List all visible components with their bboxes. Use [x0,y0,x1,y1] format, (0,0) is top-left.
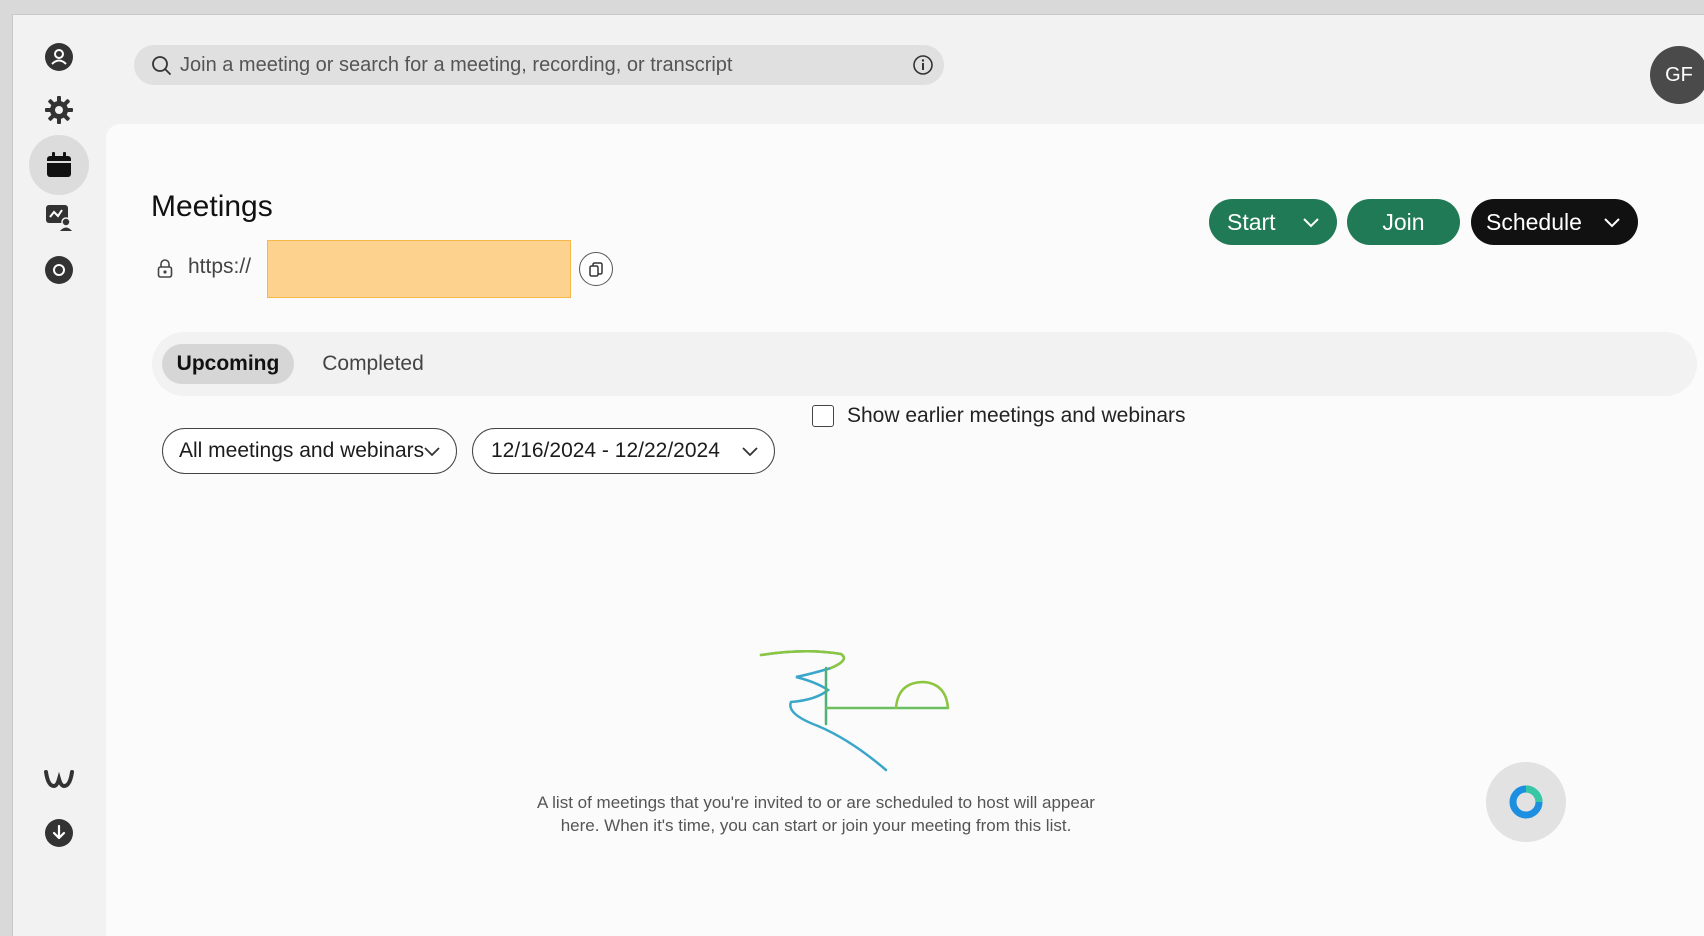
tab-upcoming[interactable]: Upcoming [162,344,294,384]
page-title: Meetings [151,190,273,223]
sidebar-item-recordings[interactable] [29,240,89,300]
app-window: GF Meetings https:// Start [12,14,1704,936]
meeting-tabs: Upcoming Completed [152,332,1697,396]
show-earlier-option: Show earlier meetings and webinars [812,404,1186,428]
search-icon [152,56,171,75]
empty-state-message: A list of meetings that you're invited t… [496,791,1136,837]
info-icon[interactable] [912,54,934,76]
start-label: Start [1227,208,1276,235]
show-earlier-label[interactable]: Show earlier meetings and webinars [847,404,1186,428]
contacts-icon [45,43,73,71]
personal-room-link: https:// [155,240,615,300]
sidebar-item-whiteboard[interactable] [29,187,89,247]
download-button[interactable] [29,803,89,863]
schedule-label: Schedule [1486,208,1582,235]
lock-icon [157,259,173,278]
meetings-panel: Meetings https:// Start Join Schedule Up… [106,124,1704,936]
webex-logo-icon [44,770,74,789]
ai-assistant-button[interactable] [1486,762,1566,842]
empty-state-line-1: A list of meetings that you're invited t… [537,793,1095,812]
chevron-down-icon[interactable] [1602,212,1622,232]
chevron-down-icon[interactable] [1301,212,1321,232]
search-input[interactable] [180,53,912,77]
webex-logo-button[interactable] [29,749,89,809]
avatar[interactable]: GF [1650,46,1704,104]
empty-state-illustration [759,649,950,772]
gear-icon [45,96,73,124]
join-button[interactable]: Join [1347,199,1460,245]
start-button[interactable]: Start [1209,199,1337,245]
search-bar[interactable] [134,45,944,85]
meeting-type-value: All meetings and webinars [179,439,425,462]
record-icon [45,256,73,284]
chevron-down-icon [424,447,440,457]
whiteboard-icon [46,205,72,231]
chevron-down-icon [742,447,758,457]
date-range-value: 12/16/2024 - 12/22/2024 [491,439,720,462]
schedule-button[interactable]: Schedule [1471,199,1638,245]
copy-icon [589,262,603,277]
show-earlier-checkbox[interactable] [812,405,834,427]
tab-completed[interactable]: Completed [312,344,434,384]
redacted-url [267,240,571,298]
meeting-url-text: https:// [188,255,252,278]
sidebar-item-contacts[interactable] [29,27,89,87]
sidebar-item-settings[interactable] [29,80,89,140]
download-icon [45,819,73,847]
calendar-icon [47,152,71,177]
date-range-dropdown[interactable]: 12/16/2024 - 12/22/2024 [472,428,775,474]
ai-assistant-icon [1509,785,1543,819]
join-label: Join [1382,208,1425,235]
sidebar-item-meetings[interactable] [29,135,89,195]
copy-link-button[interactable] [579,252,613,286]
sidebar [13,15,108,936]
meeting-type-dropdown[interactable]: All meetings and webinars [162,428,457,474]
empty-state-line-2: here. When it's time, you can start or j… [560,816,1072,835]
